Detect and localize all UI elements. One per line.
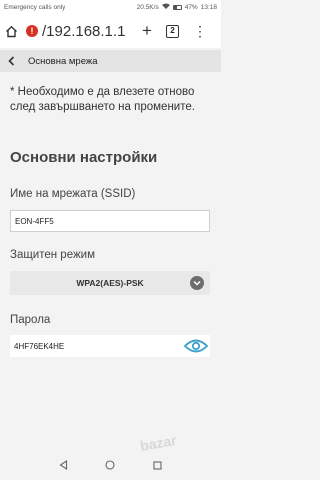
password-label: Парола — [10, 314, 51, 326]
browser-toolbar: ! /192.168.1.1 + 2 ⋮ — [0, 14, 221, 48]
nav-back-icon[interactable] — [59, 457, 68, 475]
show-password-eye-icon[interactable] — [182, 335, 210, 357]
address-bar[interactable]: /192.168.1.1 — [42, 23, 134, 40]
watermark-logo: bazar — [138, 431, 178, 455]
battery-icon — [172, 4, 182, 10]
security-mode-value: WPA2(AES)-PSK — [76, 278, 144, 288]
security-mode-label: Защитен режим — [10, 249, 95, 261]
nav-recents-icon[interactable] — [153, 457, 162, 475]
overflow-menu-icon[interactable]: ⋮ — [193, 24, 207, 38]
ssid-label: Име на мрежата (SSID) — [10, 188, 136, 200]
home-icon[interactable] — [4, 24, 18, 38]
battery-percent: 47% — [184, 3, 198, 11]
network-speed: 20.5K/s — [136, 3, 159, 11]
security-mode-select[interactable]: WPA2(AES)-PSK — [10, 271, 210, 295]
wifi-icon — [161, 3, 170, 11]
password-value: 4HF76EK4HE — [14, 341, 65, 351]
tab-switcher-button[interactable]: 2 — [165, 24, 179, 38]
section-title: Основни настройки — [10, 149, 158, 166]
new-tab-icon[interactable]: + — [142, 21, 152, 41]
system-nav-bar — [0, 452, 221, 480]
clock: 13:18 — [200, 3, 217, 11]
nav-home-icon[interactable] — [105, 457, 116, 475]
relogin-notice: * Необходимо е да влезете отново след за… — [10, 86, 195, 113]
back-arrow-icon[interactable] — [4, 54, 18, 68]
page-title: Основна мрежа — [28, 55, 98, 67]
insecure-warning-icon[interactable]: ! — [26, 25, 38, 37]
ssid-input[interactable]: EON-4FF5 — [10, 210, 210, 232]
status-carrier-text: Emergency calls only — [4, 3, 66, 11]
chevron-down-icon — [190, 276, 204, 290]
status-right-group: 20.5K/s 47% 13:18 — [137, 3, 217, 11]
page-header: Основна мрежа — [0, 50, 221, 72]
status-bar: Emergency calls only 20.5K/s 47% 13:18 — [0, 0, 221, 14]
password-input[interactable]: 4HF76EK4HE — [10, 335, 210, 357]
